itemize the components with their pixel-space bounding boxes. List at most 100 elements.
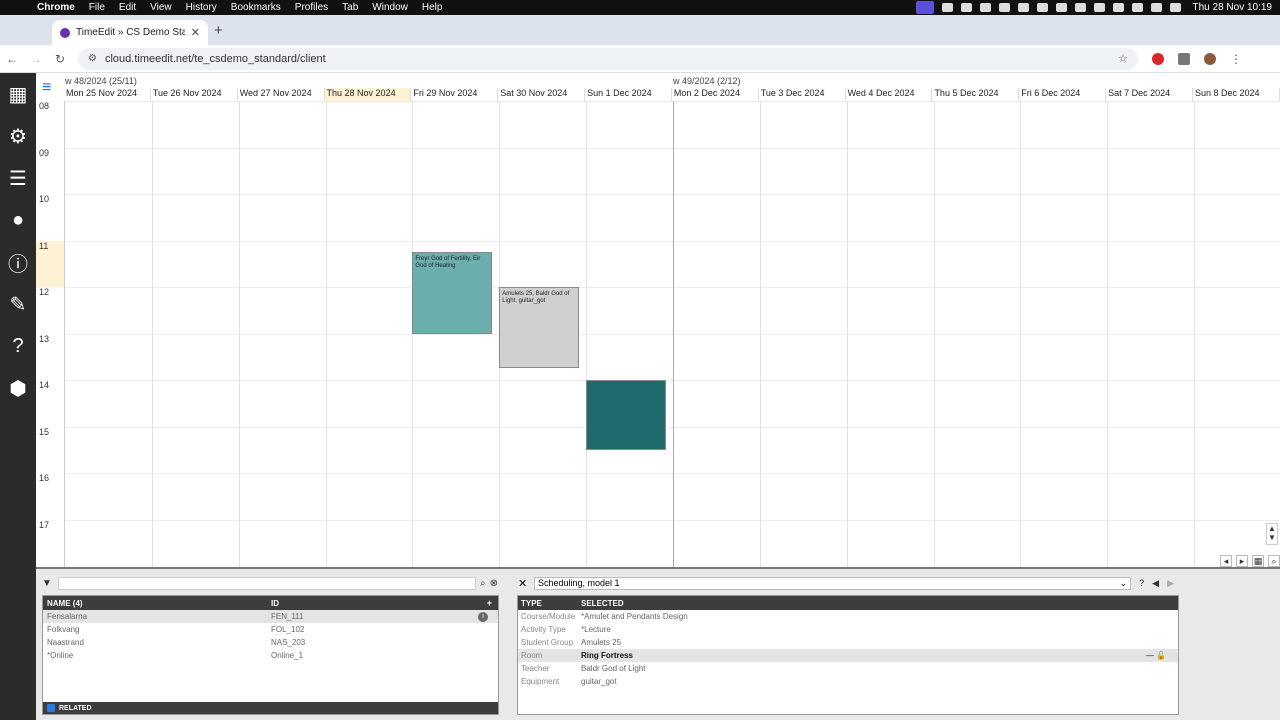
day-header[interactable]: Thu 5 Dec 2024 [932,88,1020,101]
admin-shield-icon[interactable]: ⬢ [0,367,36,409]
object-row[interactable]: Naastrand NAS_203 [43,636,498,649]
calendar-grid[interactable]: Freyr God of Fertility, Eir God of Heali… [64,101,1280,567]
volume-icon[interactable] [1074,3,1086,12]
menu-profiles[interactable]: Profiles [288,0,335,15]
edit-external-icon[interactable]: ✎ [0,283,36,325]
selected-column-header: SELECTED [581,598,624,608]
menu-bookmarks[interactable]: Bookmarks [224,0,288,15]
object-row[interactable]: *Online Online_1 [43,649,498,662]
day-header[interactable]: Tue 26 Nov 2024 [151,88,238,101]
related-checkbox[interactable] [47,704,55,712]
menu-window[interactable]: Window [365,0,415,15]
scheduling-model-select[interactable]: Scheduling, model 1 ⌄ [534,576,1132,590]
site-info-icon[interactable]: ⚙ [88,53,97,64]
wifi-icon[interactable] [1131,3,1143,12]
type-label: Student Group [521,638,574,647]
type-row[interactable]: Activity Type *Lecture [518,623,1178,636]
name-column-header[interactable]: NAME (4) [43,599,271,608]
calendar-event[interactable]: Freyr God of Fertility, Eir God of Heali… [412,252,493,334]
day-header[interactable]: Tue 3 Dec 2024 [759,88,846,101]
menu-view[interactable]: View [143,0,179,15]
day-header[interactable]: Sat 7 Dec 2024 [1106,88,1193,101]
zoom-search-icon[interactable]: ⌕ [1268,555,1280,567]
menu-history[interactable]: History [179,0,224,15]
related-toggle[interactable]: RELATED [43,702,498,714]
menu-file[interactable]: File [82,0,112,15]
day-header[interactable]: Mon 2 Dec 2024 [672,88,759,101]
bluetooth-icon[interactable] [1055,3,1067,12]
type-row[interactable]: Student Group Amulets 25 [518,636,1178,649]
search-icon[interactable] [1150,3,1162,12]
user-icon[interactable]: ● [0,199,36,241]
next-arrow-icon[interactable]: ▶ [1167,578,1174,589]
settings-gears-icon[interactable]: ⚙ [0,115,36,157]
day-header[interactable]: Wed 4 Dec 2024 [846,88,933,101]
object-row[interactable]: Fensalarna FEN_111 i [43,610,498,623]
add-column-icon[interactable]: + [487,598,492,608]
menu-app-name[interactable]: Chrome [30,0,82,15]
pen-status-icon[interactable] [1036,3,1048,12]
menu-help[interactable]: Help [415,0,450,15]
calendar-menu-icon[interactable]: ≡ [42,80,51,96]
remove-unlock-icon[interactable]: — 🔓 [1146,651,1166,660]
object-row[interactable]: Folkvang FOL_102 [43,623,498,636]
day-header[interactable]: Fri 6 Dec 2024 [1019,88,1107,101]
clear-search-icon[interactable]: ⊗ [490,578,498,589]
filter-icon[interactable]: ▼ [42,578,58,589]
help-icon[interactable]: ? [0,325,36,367]
calendar-event[interactable]: Amulets 25, Baldr God of Light, guitar_g… [499,287,580,369]
object-search-input[interactable] [58,576,476,590]
day-header[interactable]: Fri 29 Nov 2024 [411,88,499,101]
id-column-header[interactable]: ID [271,599,487,608]
day-header[interactable]: Thu 28 Nov 2024 [324,88,412,101]
type-row[interactable]: Course/Module *Amulet and Pendants Design [518,610,1178,623]
address-bar[interactable]: ⚙ cloud.timeedit.net/te_csdemo_standard/… [78,47,1138,70]
back-icon[interactable]: ← [0,52,24,66]
battery-icon[interactable] [1112,3,1124,12]
calendar-icon[interactable]: ▦ [0,73,36,115]
menu-edit[interactable]: Edit [112,0,143,15]
help-icon[interactable]: ? [1139,578,1144,588]
reload-icon[interactable]: ↻ [48,52,72,66]
control-center-icon[interactable] [1169,3,1181,12]
bookmark-star-icon[interactable]: ☆ [1118,52,1128,65]
prev-icon[interactable]: ◂ [1220,555,1232,567]
close-icon[interactable]: ✕ [518,577,534,590]
info-icon[interactable]: ⓘ [0,241,36,283]
gear-status-icon[interactable] [941,3,953,12]
forward-icon[interactable]: → [24,52,48,66]
info-icon[interactable]: i [478,611,488,622]
search-icon[interactable]: ⌕ [480,578,486,589]
extension-icon[interactable] [1152,52,1164,65]
new-tab-icon[interactable]: + [214,22,223,39]
vpn-status-icon[interactable] [998,3,1010,12]
shield-status-icon[interactable] [1017,3,1029,12]
scroll-up-down-control[interactable]: ▲ ▼ [1266,523,1278,545]
prev-arrow-icon[interactable]: ◀ [1152,578,1159,589]
list-icon[interactable]: ☰ [0,157,36,199]
browser-tab[interactable]: TimeEdit » CS Demo Standard ✕ [52,20,208,45]
cloud-status-icon[interactable] [979,3,991,12]
type-row[interactable]: Teacher Baldr God of Light [518,662,1178,675]
type-row[interactable]: Room Ring Fortress — 🔓 [518,649,1178,662]
day-header[interactable]: Wed 27 Nov 2024 [238,88,325,101]
day-header[interactable]: Sat 30 Nov 2024 [498,88,586,101]
more-menu-icon[interactable]: ⋮ [1224,52,1248,66]
profile-avatar[interactable] [1204,52,1216,65]
browser-tabstrip: TimeEdit » CS Demo Standard ✕ + [0,15,1280,45]
menu-tab[interactable]: Tab [335,0,365,15]
close-tab-icon[interactable]: ✕ [191,26,200,39]
url-text[interactable]: cloud.timeedit.net/te_csdemo_standard/cl… [105,53,326,65]
play-icon[interactable] [1093,3,1105,12]
calendar-small-icon[interactable]: ▦ [1252,555,1264,567]
zoom-status-icon[interactable] [960,3,972,12]
extensions-puzzle-icon[interactable] [1178,52,1190,65]
menubar-clock[interactable]: Thu 28 Nov 10:19 [1193,2,1273,13]
day-header[interactable]: Mon 25 Nov 2024 [64,88,151,101]
type-row[interactable]: Equipment guitar_got [518,675,1178,688]
day-header[interactable]: Sun 8 Dec 2024 [1193,88,1280,101]
calendar-event[interactable] [586,380,666,450]
screen-record-icon[interactable] [915,1,934,14]
day-header[interactable]: Sun 1 Dec 2024 [585,88,672,101]
next-icon[interactable]: ▸ [1236,555,1248,567]
